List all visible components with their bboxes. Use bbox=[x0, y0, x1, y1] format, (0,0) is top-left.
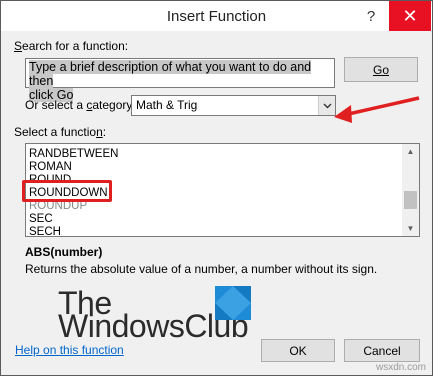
annotation-arrow bbox=[334, 96, 420, 123]
watermark: wsxdn.com bbox=[375, 362, 426, 373]
insert-function-dialog: Insert Function ? ✕ Search for a functio… bbox=[0, 0, 433, 376]
